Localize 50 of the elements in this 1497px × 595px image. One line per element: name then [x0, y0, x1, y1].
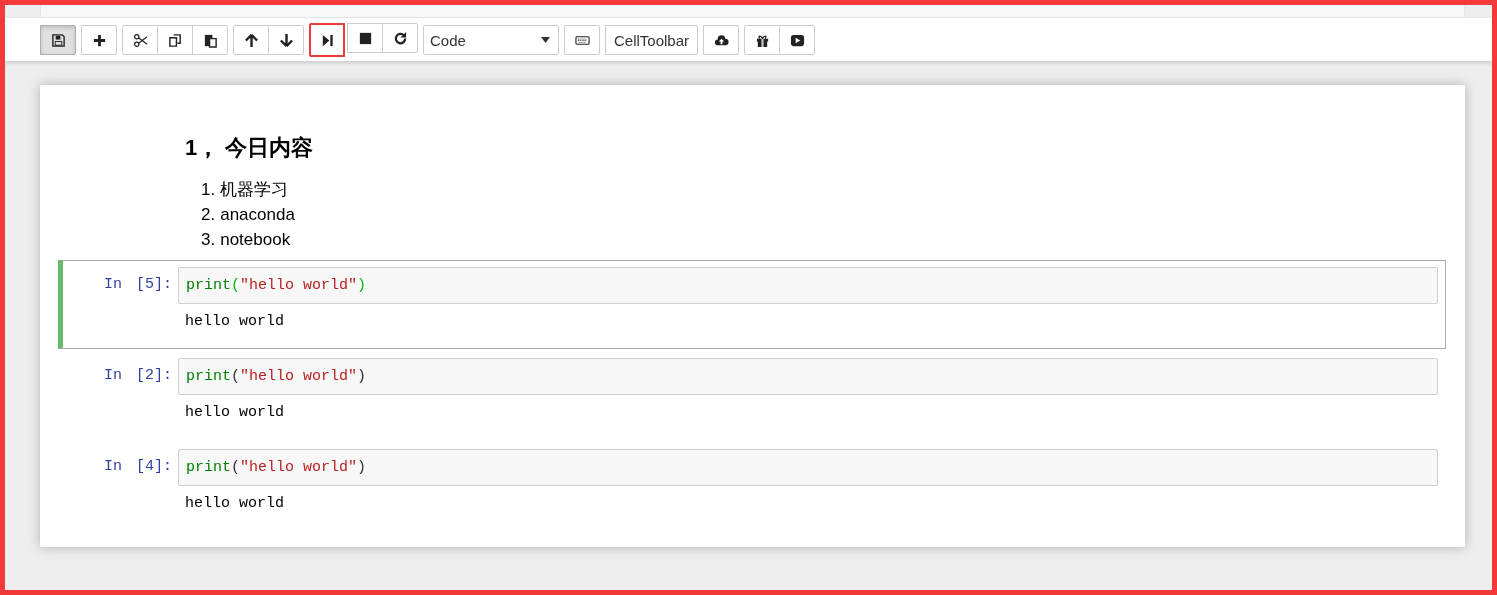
toolbar-button[interactable]: [40, 25, 76, 55]
list-item: notebook: [220, 229, 291, 251]
code-input[interactable]: print("hello world"): [178, 449, 1438, 486]
celltoolbar-button[interactable]: CellToolbar: [605, 25, 699, 55]
list-number: 1.: [201, 179, 216, 201]
heading: 1， 今日内容: [185, 134, 315, 162]
list-item: 机器学习: [220, 179, 289, 201]
toolbar-button[interactable]: [81, 25, 117, 55]
caret-icon: [541, 37, 550, 43]
toolbar-button[interactable]: [382, 23, 418, 53]
execution-count: [5]:: [136, 275, 172, 295]
toolbar-button[interactable]: [233, 25, 269, 55]
input-prompt: In: [103, 275, 122, 295]
cloud-upload-icon: [713, 32, 729, 48]
toolbar-button[interactable]: [744, 25, 781, 55]
input-prompt: In: [103, 457, 122, 477]
toolbar-button[interactable]: [309, 23, 345, 57]
code-input[interactable]: print("hello world"): [178, 358, 1438, 395]
code-input[interactable]: print("hello world"): [178, 267, 1438, 304]
code-cell[interactable]: In [5]: print("hello world") hello world: [58, 260, 1446, 349]
toolbar-button[interactable]: [157, 25, 193, 55]
cell-output: hello world: [184, 494, 286, 514]
plus-icon: [91, 32, 107, 48]
save-icon: [50, 32, 66, 48]
copy-icon: [167, 32, 183, 48]
toolbar-button[interactable]: [268, 25, 304, 55]
toolbar-button[interactable]: [192, 25, 228, 55]
cell-output: hello world: [184, 403, 286, 423]
scissors-icon: [132, 32, 148, 48]
cell-output: hello world: [184, 312, 286, 332]
arrow-up-icon: [243, 32, 259, 48]
play-icon: [789, 32, 805, 48]
list-number: 3.: [201, 229, 216, 251]
paste-icon: [202, 32, 218, 48]
toolbar-button[interactable]: [564, 25, 600, 55]
arrow-down-icon: [278, 32, 294, 48]
toolbar-button[interactable]: [347, 23, 383, 53]
execution-count: [2]:: [136, 366, 172, 386]
stop-icon: [357, 30, 373, 46]
cell-type-dropdown[interactable]: Code: [423, 25, 559, 55]
list-item: anaconda: [220, 204, 295, 226]
code-cell[interactable]: In [2]: print("hello world") hello world: [58, 351, 1446, 440]
toolbar-button[interactable]: [779, 25, 816, 55]
refresh-icon: [392, 30, 408, 46]
execution-count: [4]:: [136, 457, 172, 477]
input-prompt: In: [103, 366, 122, 386]
toolbar-button[interactable]: [122, 25, 158, 55]
toolbar-button[interactable]: [703, 25, 740, 55]
code-cell[interactable]: In [4]: print("hello world") hello world: [58, 442, 1446, 531]
list-number: 2.: [201, 204, 216, 226]
